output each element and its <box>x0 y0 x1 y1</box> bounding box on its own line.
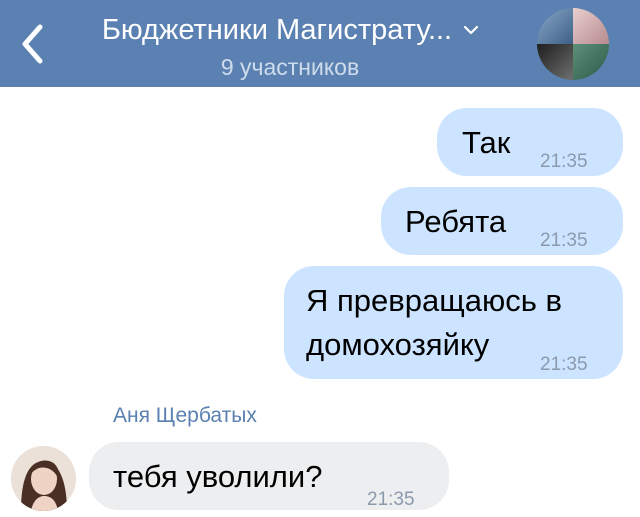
chat-title-text: Бюджетники Магистрату... <box>101 14 453 46</box>
avatar[interactable] <box>11 446 76 511</box>
message-text-line: домохозяйку <box>306 327 490 362</box>
chat-header: Бюджетники Магистрату... 9 участников <box>0 0 640 87</box>
message-time: 21:35 <box>367 489 415 510</box>
chat-title: Бюджетники Магистрату... <box>60 8 520 48</box>
sender-name[interactable]: Аня Щербатых <box>113 404 257 428</box>
message-time: 21:35 <box>540 354 588 375</box>
message-text: Так <box>462 125 511 160</box>
message-time: 21:35 <box>540 230 588 251</box>
group-avatar-part <box>537 44 573 80</box>
dropdown-chevron-icon[interactable] <box>464 8 479 44</box>
message-bubble[interactable]: Я превращаюсь в домохозяйку 21:35 <box>284 266 623 379</box>
message-time: 21:35 <box>540 151 588 172</box>
group-avatar-part <box>537 8 573 44</box>
group-avatar-part <box>573 8 609 44</box>
group-avatar-part <box>573 44 609 80</box>
message-bubble[interactable]: Так 21:35 <box>437 108 623 176</box>
participants-count: 9 участников <box>220 54 360 80</box>
avatar-photo <box>11 446 76 511</box>
message-text: Ребята <box>405 204 507 239</box>
message-text: тебя уволили? <box>113 459 323 494</box>
chat-title-area[interactable]: Бюджетники Магистрату... 9 участников <box>60 8 520 82</box>
back-button[interactable] <box>14 22 50 66</box>
message-bubble[interactable]: тебя уволили? 21:35 <box>89 442 449 510</box>
group-avatar[interactable] <box>537 8 609 80</box>
message-text-line: Я превращаюсь в <box>306 283 562 318</box>
message-bubble[interactable]: Ребята 21:35 <box>381 187 623 255</box>
back-chevron-icon <box>22 24 43 64</box>
